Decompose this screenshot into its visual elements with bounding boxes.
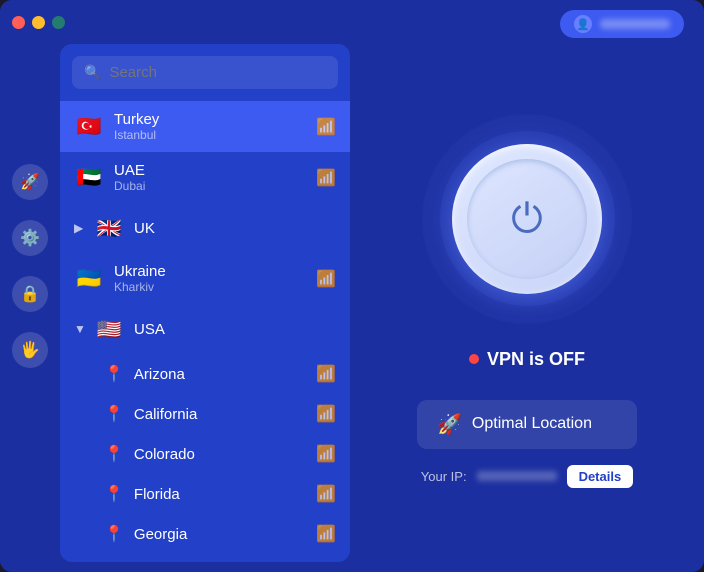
signal-arizona: 📶 [316, 364, 336, 384]
signal-georgia: 📶 [316, 524, 336, 544]
pin-georgia: 📍 [104, 524, 124, 544]
app-window: 👤 🚀 ⚙️ 🔒 🖐 🔍 🇹🇷 T [0, 0, 704, 572]
sidebar-icon-rocket[interactable]: 🚀 [12, 164, 48, 200]
flag-usa: 🇺🇸 [94, 314, 124, 344]
signal-turkey: 📶 [316, 117, 336, 137]
optimal-location-button[interactable]: 🚀 Optimal Location [417, 400, 637, 449]
ip-row: Your IP: Details [421, 465, 633, 488]
sub-name-arizona: Arizona [134, 366, 316, 383]
title-bar: 👤 [0, 0, 704, 44]
flag-uae: 🇦🇪 [74, 163, 104, 193]
power-symbol: ⏻ [511, 199, 543, 239]
server-city-ukraine: Kharkiv [114, 280, 316, 294]
chevron-usa: ▼ [74, 322, 86, 336]
server-list: 🇹🇷 Turkey Istanbul 📶 🇦🇪 UAE Dubai 📶 [60, 101, 350, 562]
power-button[interactable]: ⏻ [452, 144, 602, 294]
user-badge[interactable]: 👤 [560, 10, 684, 38]
sidebar-icon-lock[interactable]: 🔒 [12, 276, 48, 312]
pin-florida: 📍 [104, 484, 124, 504]
server-name-ukraine: Ukraine [114, 263, 316, 280]
server-item-turkey[interactable]: 🇹🇷 Turkey Istanbul 📶 [60, 101, 350, 152]
sub-name-florida: Florida [134, 486, 316, 503]
flag-uk: 🇬🇧 [94, 213, 124, 243]
sub-name-california: California [134, 406, 316, 423]
server-name-turkey: Turkey [114, 111, 316, 128]
search-box: 🔍 [72, 56, 338, 89]
server-item-uae[interactable]: 🇦🇪 UAE Dubai 📶 [60, 152, 350, 203]
signal-florida: 📶 [316, 484, 336, 504]
details-button[interactable]: Details [567, 465, 634, 488]
power-inner: ⏻ [467, 159, 587, 279]
server-city-uae: Dubai [114, 179, 316, 193]
right-panel: ⏻ VPN is OFF 🚀 Optimal Location Your IP:… [350, 44, 704, 572]
sub-name-colorado: Colorado [134, 446, 316, 463]
server-item-florida[interactable]: 📍 Florida 📶 [60, 474, 350, 514]
country-item-usa[interactable]: ▼ 🇺🇸 USA [60, 304, 350, 354]
signal-uae: 📶 [316, 168, 336, 188]
close-button[interactable] [12, 16, 25, 29]
pin-california: 📍 [104, 404, 124, 424]
optimal-rocket-icon: 🚀 [437, 412, 462, 437]
signal-ukraine: 📶 [316, 269, 336, 289]
minimize-button[interactable] [32, 16, 45, 29]
flag-turkey: 🇹🇷 [74, 112, 104, 142]
power-area: ⏻ [417, 109, 637, 329]
server-item-colorado[interactable]: 📍 Colorado 📶 [60, 434, 350, 474]
pin-arizona: 📍 [104, 364, 124, 384]
optimal-location-label: Optimal Location [472, 415, 592, 433]
traffic-lights [12, 16, 65, 29]
server-city-turkey: Istanbul [114, 128, 316, 142]
user-name [600, 19, 670, 29]
main-content: 🚀 ⚙️ 🔒 🖐 🔍 🇹🇷 Turkey Istanbul [0, 44, 704, 572]
server-item-georgia[interactable]: 📍 Georgia 📶 [60, 514, 350, 554]
chevron-uk: ▶ [74, 221, 86, 235]
flag-ukraine: 🇺🇦 [74, 264, 104, 294]
vpn-status-text: VPN is OFF [487, 349, 585, 370]
ip-label: Your IP: [421, 469, 467, 484]
status-dot [469, 354, 479, 364]
sidebar-icon-hand[interactable]: 🖐 [12, 332, 48, 368]
server-item-arizona[interactable]: 📍 Arizona 📶 [60, 354, 350, 394]
sidebar-icons: 🚀 ⚙️ 🔒 🖐 [0, 44, 60, 572]
search-input[interactable] [109, 64, 326, 81]
maximize-button[interactable] [52, 16, 65, 29]
country-name-usa: USA [134, 321, 336, 338]
server-name-uae: UAE [114, 162, 316, 179]
signal-colorado: 📶 [316, 444, 336, 464]
server-panel: 🔍 🇹🇷 Turkey Istanbul 📶 🇦🇪 [60, 44, 350, 562]
signal-california: 📶 [316, 404, 336, 424]
vpn-status: VPN is OFF [469, 349, 585, 370]
pin-colorado: 📍 [104, 444, 124, 464]
sub-name-georgia: Georgia [134, 526, 316, 543]
search-icon: 🔍 [84, 64, 101, 81]
server-item-ukraine[interactable]: 🇺🇦 Ukraine Kharkiv 📶 [60, 253, 350, 304]
country-name-uk: UK [134, 220, 336, 237]
user-icon: 👤 [574, 15, 592, 33]
sidebar-icon-settings[interactable]: ⚙️ [12, 220, 48, 256]
country-item-uk[interactable]: ▶ 🇬🇧 UK [60, 203, 350, 253]
server-item-california[interactable]: 📍 California 📶 [60, 394, 350, 434]
ip-value [477, 471, 557, 481]
